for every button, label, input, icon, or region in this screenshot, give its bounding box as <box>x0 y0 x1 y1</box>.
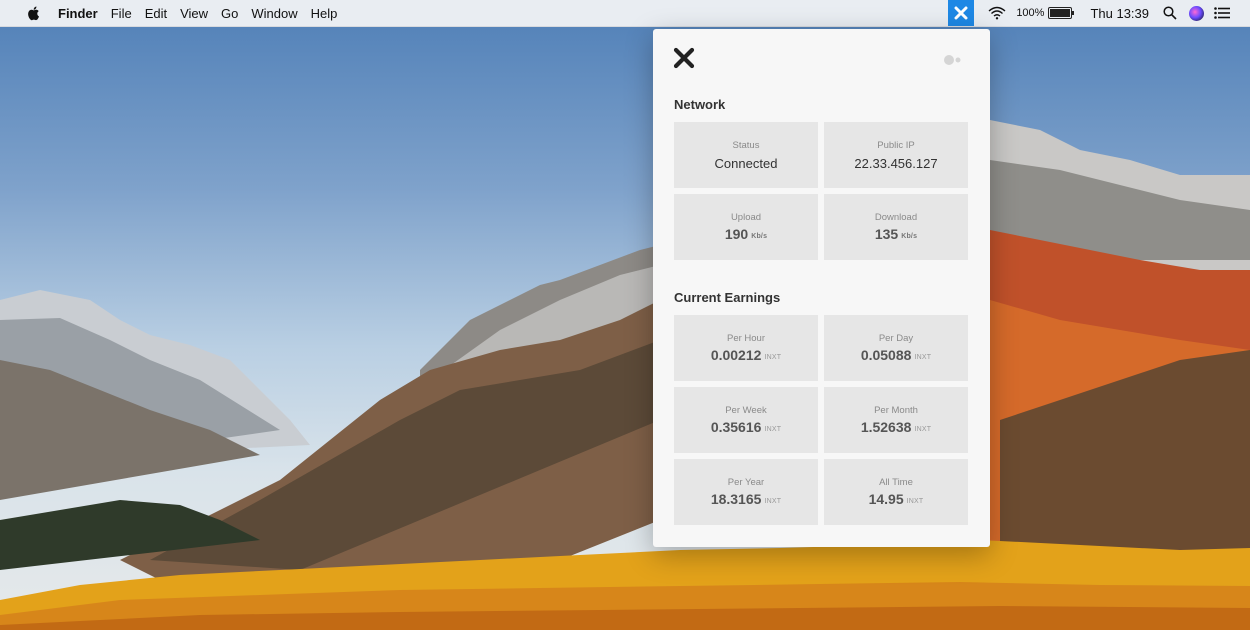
status-toggle[interactable] <box>943 54 969 66</box>
upload-tile: Upload 190 Kb/s <box>674 194 818 260</box>
per-day-unit: INXT <box>914 354 932 361</box>
per-year-value: 18.3165 <box>710 491 762 507</box>
upload-unit: Kb/s <box>751 233 768 240</box>
public-ip-tile: Public IP 22.33.456.127 <box>824 122 968 188</box>
all-time-unit: INXT <box>906 498 924 505</box>
status-value: Connected <box>714 156 778 171</box>
status-label: Status <box>732 140 760 151</box>
per-day-value: 0.05088 <box>860 347 912 363</box>
all-time-value: 14.95 <box>868 491 904 507</box>
per-hour-value: 0.00212 <box>710 347 762 363</box>
download-unit: Kb/s <box>901 233 918 240</box>
per-week-value-line: 0.35616 INXT <box>674 419 818 435</box>
siri-icon[interactable] <box>1189 5 1204 21</box>
menu-bar: Finder File Edit View Go Window Help 100… <box>0 0 1250 27</box>
download-value: 135 <box>874 226 899 242</box>
per-year-unit: INXT <box>764 498 782 505</box>
per-hour-label: Per Hour <box>726 333 765 344</box>
per-month-value-line: 1.52638 INXT <box>824 419 968 435</box>
x-logo-icon <box>954 6 968 20</box>
menu-view[interactable]: View <box>180 6 208 21</box>
all-time-tile: All Time 14.95 INXT <box>824 459 968 525</box>
menu-help[interactable]: Help <box>311 6 338 21</box>
menu-file[interactable]: File <box>111 6 132 21</box>
download-value-line: 135 Kb/s <box>824 226 968 242</box>
per-month-unit: INXT <box>914 426 932 433</box>
x-extra-icon[interactable] <box>948 0 975 26</box>
all-time-label: All Time <box>879 477 913 488</box>
wifi-icon[interactable] <box>988 6 1006 20</box>
upload-value: 190 <box>724 226 749 242</box>
per-week-label: Per Week <box>725 405 767 416</box>
menubar-clock[interactable]: Thu 13:39 <box>1090 6 1149 21</box>
all-time-value-line: 14.95 INXT <box>824 491 968 507</box>
earnings-section-title: Current Earnings <box>674 290 781 305</box>
per-hour-unit: INXT <box>764 354 782 361</box>
battery-percent[interactable]: 100% <box>1016 7 1044 19</box>
per-week-value: 0.35616 <box>710 419 762 435</box>
battery-icon[interactable] <box>1048 7 1075 19</box>
per-day-label: Per Day <box>878 333 914 344</box>
x-logo-icon <box>673 47 695 69</box>
mountain-landscape <box>0 120 1250 630</box>
status-tile: Status Connected <box>674 122 818 188</box>
upload-value-line: 190 Kb/s <box>674 226 818 242</box>
upload-label: Upload <box>730 212 762 223</box>
menu-go[interactable]: Go <box>221 6 238 21</box>
x-popover-panel: Network Status Connected Public IP 22.33… <box>653 29 990 547</box>
per-hour-tile: Per Hour 0.00212 INXT <box>674 315 818 381</box>
spotlight-icon[interactable] <box>1163 6 1177 20</box>
per-hour-value-line: 0.00212 INXT <box>674 347 818 363</box>
download-label: Download <box>874 212 918 223</box>
per-year-value-line: 18.3165 INXT <box>674 491 818 507</box>
network-section-title: Network <box>674 97 726 112</box>
public-ip-value: 22.33.456.127 <box>854 156 938 171</box>
per-year-label: Per Year <box>727 477 765 488</box>
menu-edit[interactable]: Edit <box>145 6 167 21</box>
apple-icon[interactable] <box>26 5 40 21</box>
per-day-value-line: 0.05088 INXT <box>824 347 968 363</box>
app-name-menu[interactable]: Finder <box>58 6 98 21</box>
per-week-unit: INXT <box>764 426 782 433</box>
notification-center-icon[interactable] <box>1214 7 1230 19</box>
per-month-label: Per Month <box>874 405 918 416</box>
per-month-tile: Per Month 1.52638 INXT <box>824 387 968 453</box>
menu-window[interactable]: Window <box>251 6 297 21</box>
per-month-value: 1.52638 <box>860 419 912 435</box>
public-ip-label: Public IP <box>877 140 915 151</box>
per-week-tile: Per Week 0.35616 INXT <box>674 387 818 453</box>
download-tile: Download 135 Kb/s <box>824 194 968 260</box>
per-day-tile: Per Day 0.05088 INXT <box>824 315 968 381</box>
desktop-wallpaper <box>0 0 1250 630</box>
per-year-tile: Per Year 18.3165 INXT <box>674 459 818 525</box>
